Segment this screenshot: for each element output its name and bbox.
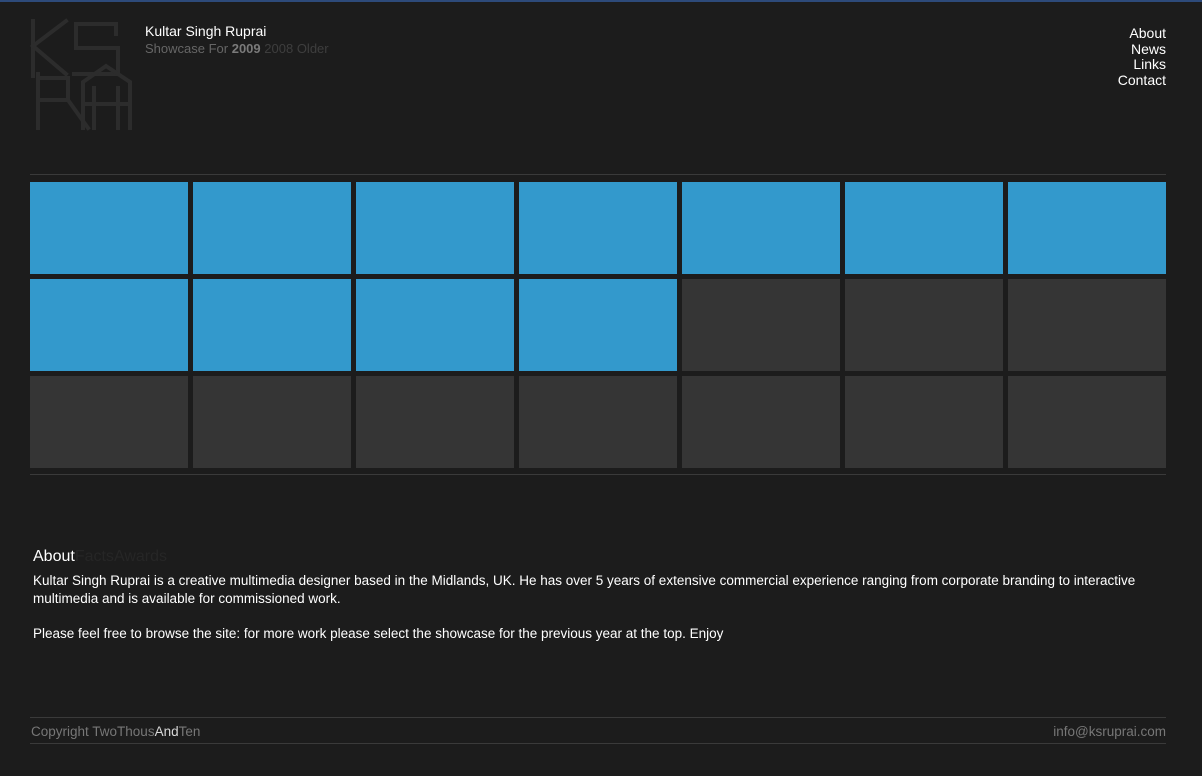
footer-divider-top: [30, 717, 1166, 718]
showcase-grid: [30, 182, 1166, 468]
year-2009-link[interactable]: 2009: [232, 41, 261, 56]
empty-tile: [1008, 279, 1166, 371]
about-tabs: AboutFactsAwards: [33, 547, 167, 567]
main-nav: About News Links Contact: [1118, 25, 1166, 89]
ksr-logo-icon[interactable]: [28, 16, 138, 134]
email-link[interactable]: info@ksruprai.com: [1053, 724, 1166, 739]
empty-tile: [1008, 376, 1166, 468]
about-paragraph-2: Please feel free to browse the site: for…: [33, 626, 724, 641]
copyright-pre: Copyright TwoThous: [31, 724, 155, 739]
nav-links[interactable]: Links: [1118, 56, 1166, 73]
empty-tile: [193, 376, 351, 468]
showcase-thumbnail[interactable]: [845, 182, 1003, 274]
showcase-thumbnail[interactable]: [519, 279, 677, 371]
site-title[interactable]: Kultar Singh Ruprai: [145, 22, 329, 40]
empty-tile: [845, 376, 1003, 468]
showcase-thumbnail[interactable]: [682, 182, 840, 274]
showcase-thumbnail[interactable]: [1008, 182, 1166, 274]
tab-facts[interactable]: Facts: [75, 548, 114, 565]
showcase-thumbnail[interactable]: [519, 182, 677, 274]
copyright: Copyright TwoThousAndTen: [31, 724, 200, 739]
nav-about[interactable]: About: [1118, 25, 1166, 42]
page: Kultar Singh Ruprai Showcase For 2009 20…: [0, 0, 1202, 776]
divider-top: [30, 174, 1166, 175]
showcase-thumbnail[interactable]: [30, 279, 188, 371]
nav-contact[interactable]: Contact: [1118, 72, 1166, 89]
showcase-thumbnail[interactable]: [193, 279, 351, 371]
nav-news[interactable]: News: [1118, 41, 1166, 58]
tab-about[interactable]: About: [33, 548, 75, 565]
tab-awards[interactable]: Awards: [114, 548, 167, 565]
showcase-selector: Showcase For 2009 2008 Older: [145, 41, 329, 57]
empty-tile: [845, 279, 1003, 371]
copyright-and: And: [154, 724, 179, 739]
empty-tile: [30, 376, 188, 468]
empty-tile: [682, 279, 840, 371]
about-paragraph-1: Kultar Singh Ruprai is a creative multim…: [33, 573, 1136, 606]
showcase-thumbnail[interactable]: [356, 182, 514, 274]
empty-tile: [682, 376, 840, 468]
divider-bottom: [30, 474, 1166, 475]
empty-tile: [356, 376, 514, 468]
footer-divider-bottom: [30, 743, 1166, 744]
showcase-thumbnail[interactable]: [193, 182, 351, 274]
showcase-thumbnail[interactable]: [30, 182, 188, 274]
about-text: Kultar Singh Ruprai is a creative multim…: [33, 572, 1168, 643]
empty-tile: [519, 376, 677, 468]
showcase-thumbnail[interactable]: [356, 279, 514, 371]
showcase-label: Showcase For: [145, 41, 229, 56]
copyright-post: Ten: [178, 724, 201, 739]
brand: Kultar Singh Ruprai Showcase For 2009 20…: [145, 22, 329, 57]
year-2008-link[interactable]: 2008: [264, 41, 293, 56]
year-older-link[interactable]: Older: [297, 41, 329, 56]
